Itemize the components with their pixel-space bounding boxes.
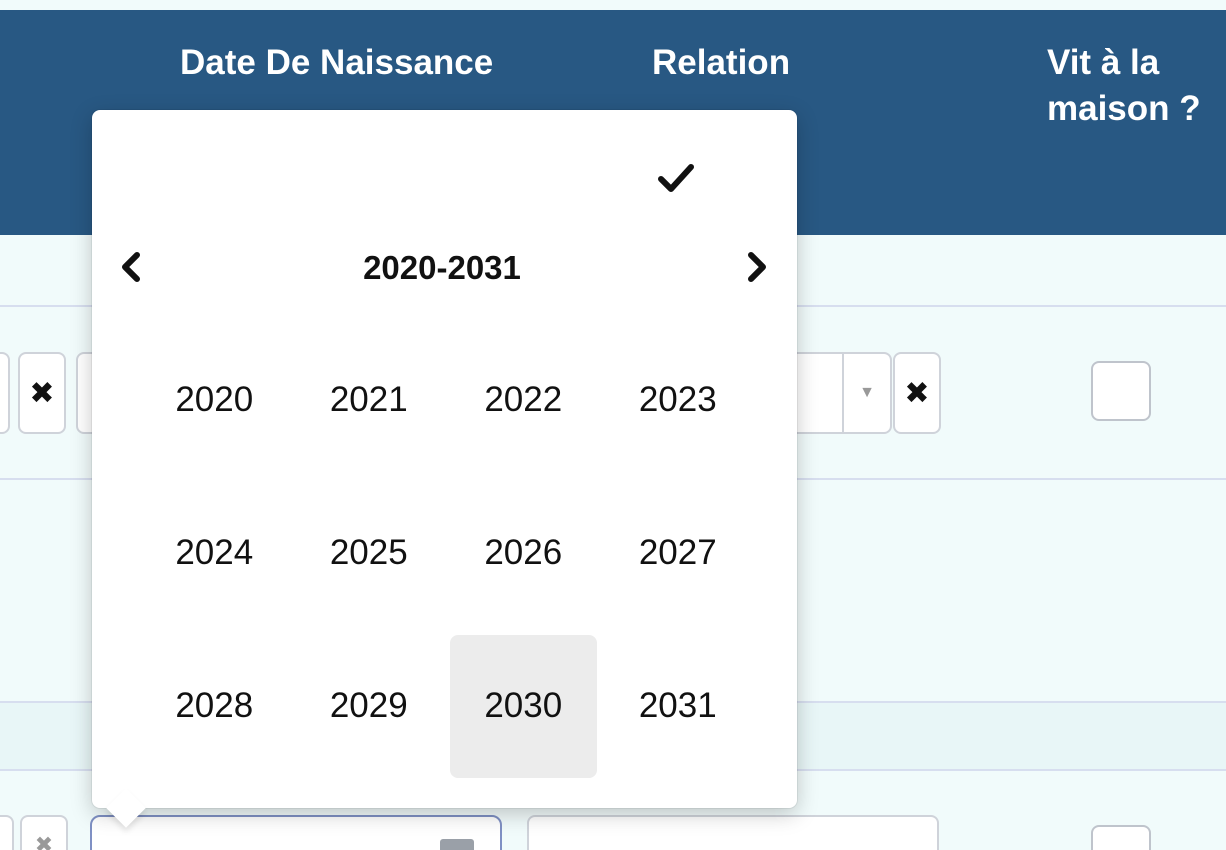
row2-left-input-edge[interactable] — [0, 815, 14, 850]
year-cell[interactable]: 2027 — [605, 481, 752, 624]
row1-lives-home-checkbox[interactable] — [1091, 361, 1151, 421]
column-header-relation: Relation — [652, 43, 791, 82]
close-icon: ✖ — [29, 376, 55, 410]
confirm-button[interactable] — [648, 150, 704, 206]
year-picker-popup: 2020-2031 2020 2021 2022 2023 2024 2025 … — [92, 110, 797, 828]
chevron-right-icon — [748, 252, 766, 282]
calendar-icon — [440, 839, 474, 850]
year-cell[interactable]: 2020 — [141, 328, 288, 471]
column-header-lives-home-line2: maison ? — [1047, 89, 1201, 128]
row2-lives-home-checkbox[interactable] — [1091, 825, 1151, 850]
year-cell[interactable]: 2026 — [450, 481, 597, 624]
row1-relation-clear-button[interactable]: ✖ — [893, 352, 941, 434]
dropdown-arrow-icon: ▼ — [842, 354, 890, 432]
column-header-lives-home: Vit à la maison ? — [1047, 40, 1226, 132]
close-icon: ✖ — [904, 376, 930, 410]
row2-relation-select[interactable] — [527, 815, 939, 850]
row1-clear-button[interactable]: ✖ — [18, 352, 66, 434]
previous-range-button[interactable] — [106, 242, 156, 292]
year-cell[interactable]: 2023 — [605, 328, 752, 471]
year-cell-highlighted[interactable]: 2030 — [450, 634, 597, 778]
year-cell[interactable]: 2025 — [296, 481, 443, 624]
row2-birth-date-input[interactable] — [90, 815, 502, 850]
year-cell[interactable]: 2021 — [296, 328, 443, 471]
checkmark-icon — [658, 164, 694, 192]
row1-left-input-edge[interactable] — [0, 352, 10, 434]
row2-clear-button[interactable]: ✖ — [20, 815, 68, 850]
column-header-birth-date: Date De Naissance — [180, 43, 494, 82]
close-icon: ✖ — [34, 832, 54, 850]
next-range-button[interactable] — [732, 242, 782, 292]
column-header-lives-home-line1: Vit à la — [1047, 43, 1160, 82]
year-cell[interactable]: 2022 — [450, 328, 597, 471]
year-cell[interactable]: 2031 — [605, 635, 752, 778]
year-cell[interactable]: 2024 — [141, 481, 288, 624]
range-title[interactable]: 2020-2031 — [292, 246, 592, 290]
year-cell[interactable]: 2028 — [141, 635, 288, 778]
chevron-left-icon — [122, 252, 140, 282]
year-grid: 2020 2021 2022 2023 2024 2025 2026 2027 … — [141, 328, 751, 778]
year-cell[interactable]: 2029 — [296, 635, 443, 778]
